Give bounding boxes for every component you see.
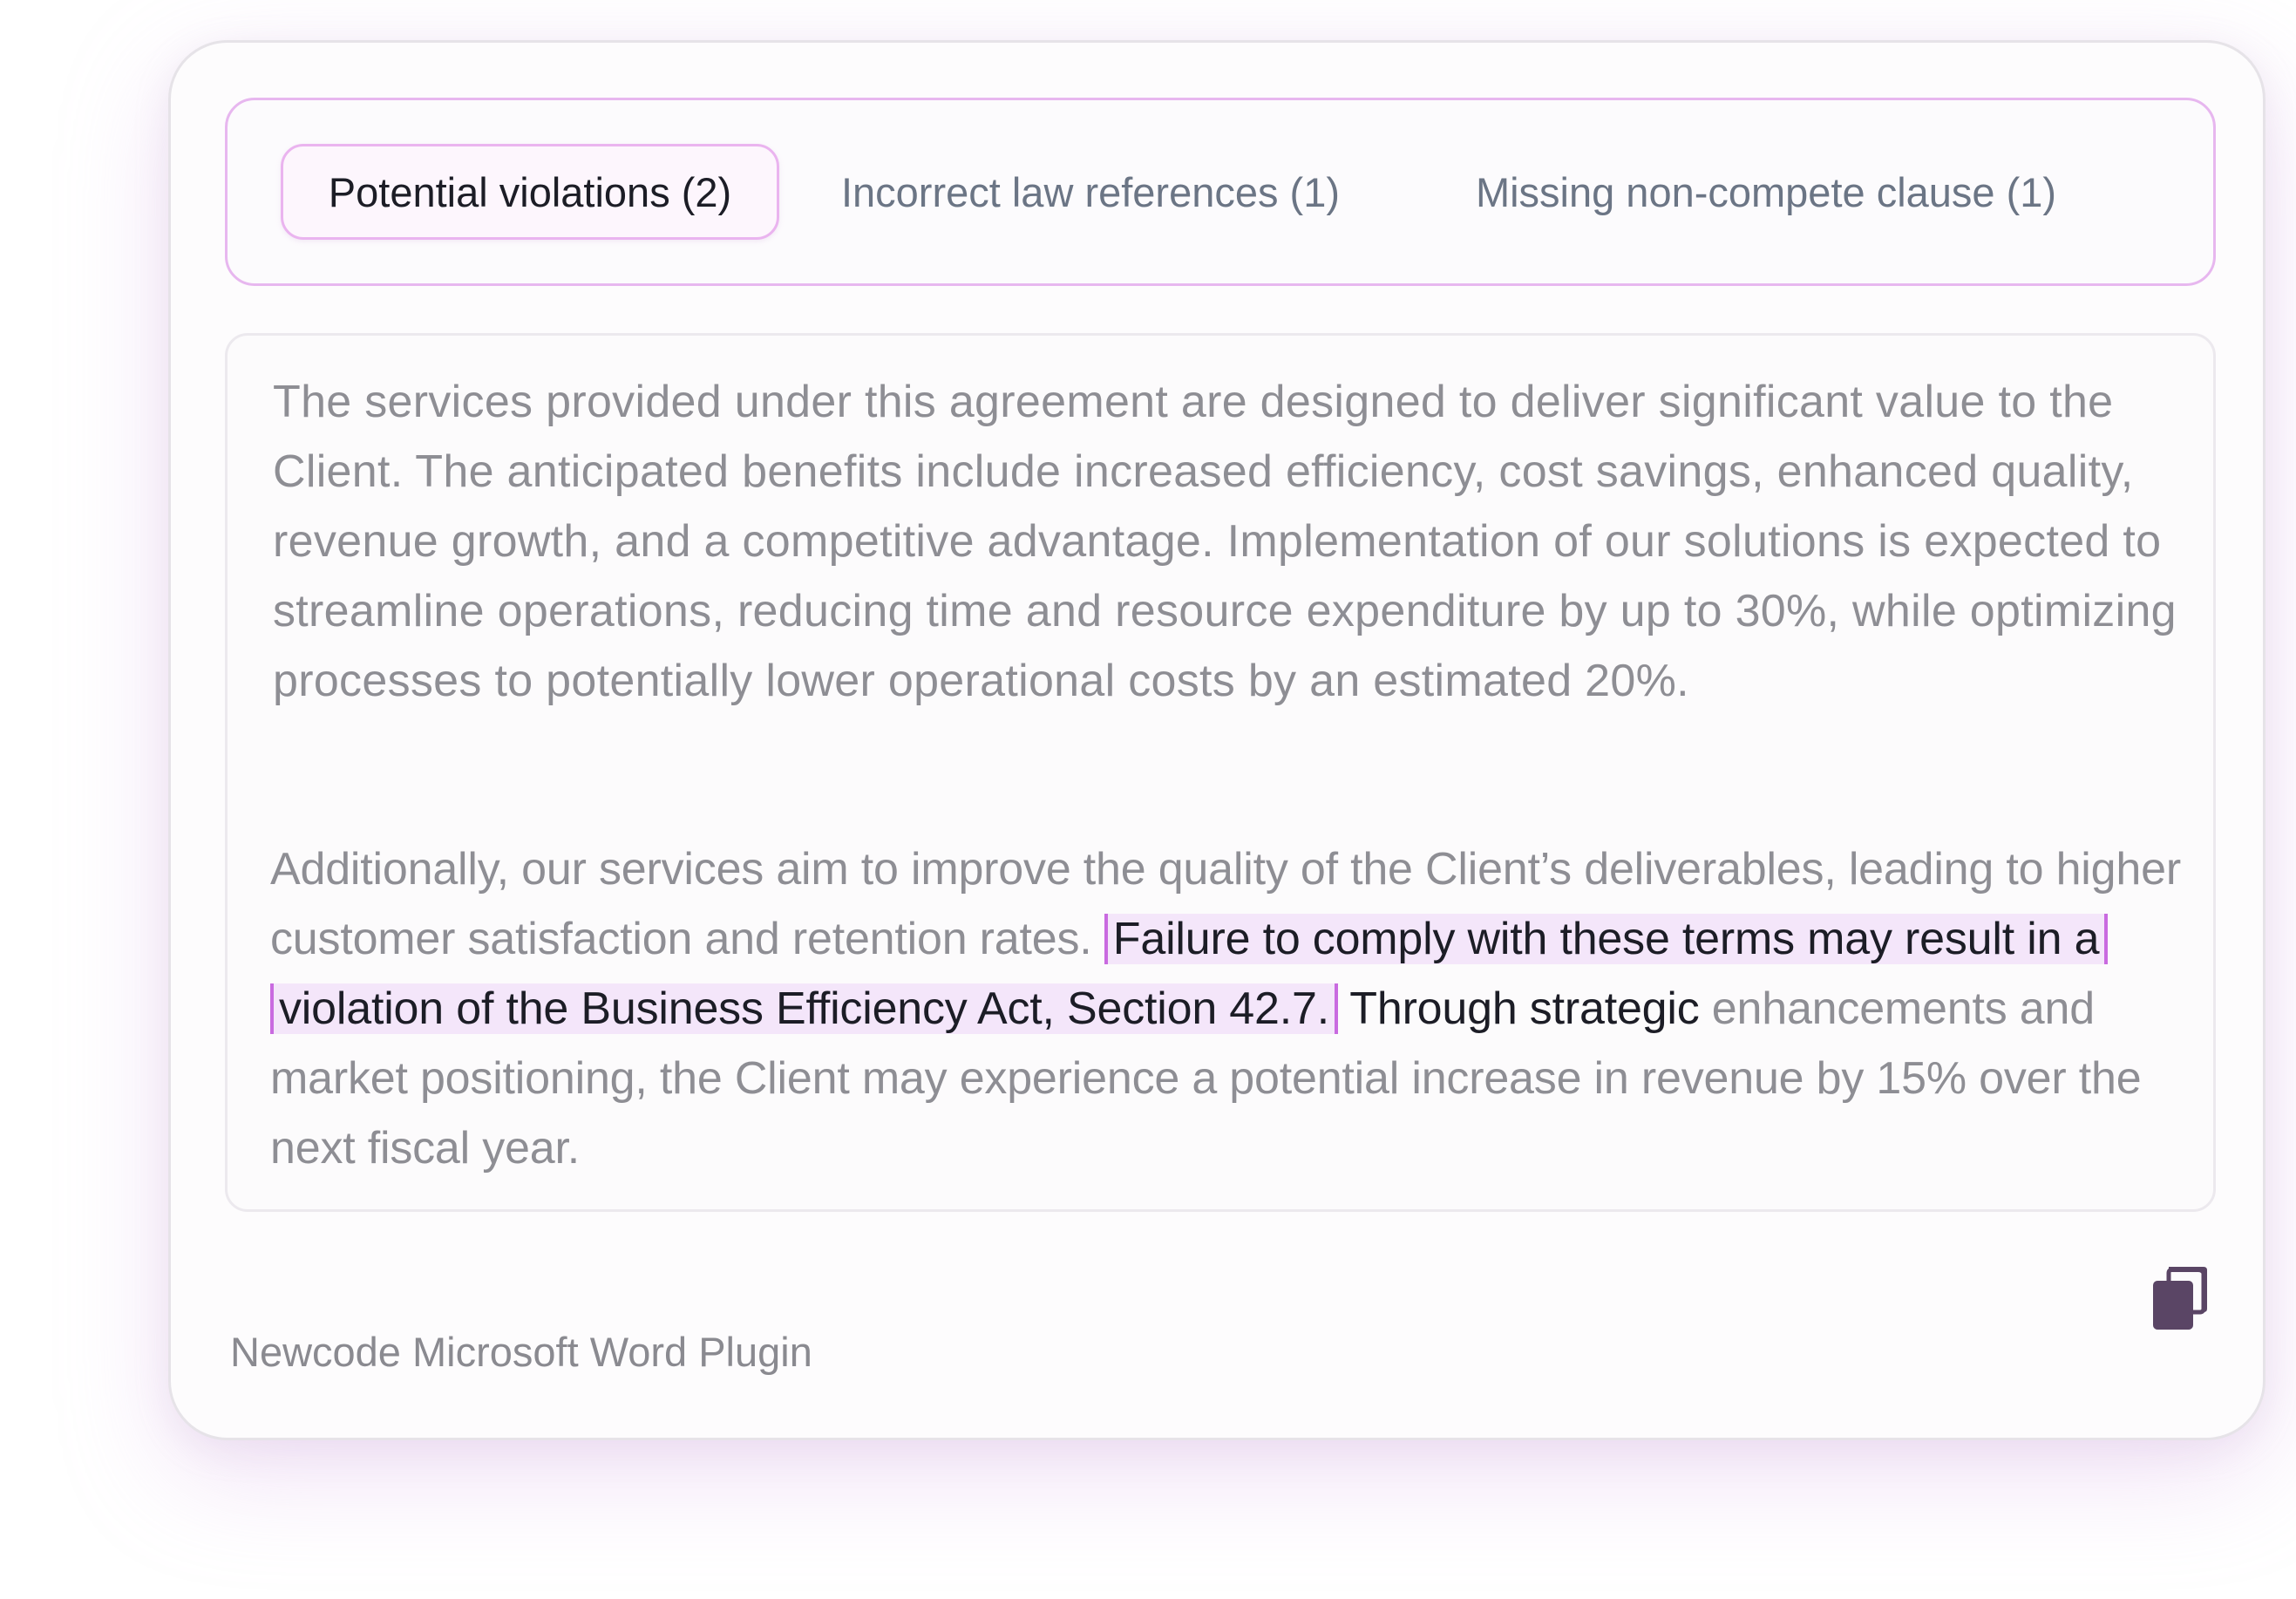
tab-missing-non-compete-clause[interactable]: Missing non-compete clause (1)	[1430, 144, 2102, 240]
copy-button[interactable]	[2150, 1263, 2211, 1333]
plugin-name-label: Newcode Microsoft Word Plugin	[230, 1329, 812, 1375]
document-paragraph: Additionally, our services aim to improv…	[270, 834, 2188, 1183]
stage: Potential violations (2) Incorrect law r…	[0, 0, 2296, 1599]
document-preview: The services provided under this agreeme…	[225, 333, 2216, 1212]
plugin-card: Potential violations (2) Incorrect law r…	[168, 40, 2265, 1440]
tab-incorrect-law-references[interactable]: Incorrect law references (1)	[812, 144, 1369, 240]
document-paragraph: The services provided under this agreeme…	[273, 377, 2177, 706]
issue-tabs: Potential violations (2) Incorrect law r…	[225, 98, 2216, 286]
copy-icon	[2153, 1267, 2207, 1330]
paragraph-text: Through strategic	[1349, 983, 1700, 1034]
tab-potential-violations[interactable]: Potential violations (2)	[281, 144, 779, 240]
